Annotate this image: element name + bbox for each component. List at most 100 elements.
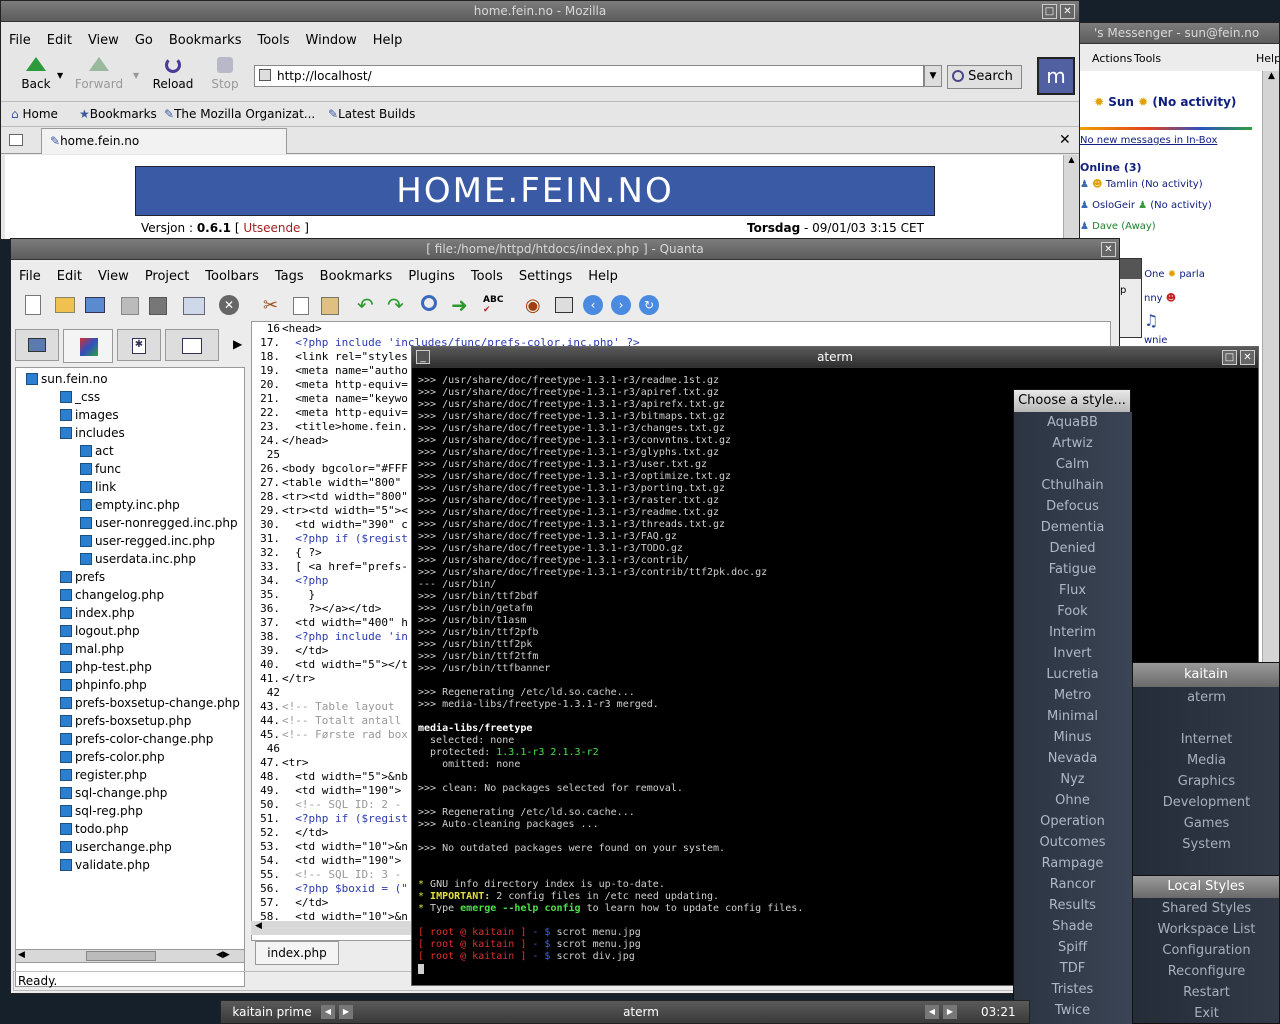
cut-icon[interactable]: ✂ <box>263 295 278 316</box>
minimize-button[interactable]: _ <box>416 350 430 364</box>
maximize-button[interactable]: □ <box>1222 350 1237 365</box>
buddy-tamlin[interactable]: ♟ ☻ Tamlin (No activity) <box>1080 179 1203 190</box>
tab-structure[interactable] <box>165 329 219 361</box>
view-source-icon[interactable] <box>555 297 573 313</box>
root-menu-item[interactable]: Internet <box>1133 729 1280 750</box>
root-menu-item[interactable]: Development <box>1133 792 1280 813</box>
style-item[interactable]: Dementia <box>1014 517 1131 538</box>
tree-item[interactable]: logout.php <box>60 624 140 638</box>
style-item[interactable]: Ohne <box>1014 790 1131 811</box>
messenger-menu-tools[interactable]: Tools <box>1134 48 1161 70</box>
quanta-titlebar[interactable]: [ file:/home/httpd/htdocs/index.php ] - … <box>11 239 1119 260</box>
close-file-icon[interactable]: ✕ <box>219 295 239 315</box>
tab-project[interactable] <box>63 329 113 363</box>
next-window-button[interactable]: ▶ <box>943 1005 957 1019</box>
tree-item[interactable]: todo.php <box>60 822 128 836</box>
tree-item[interactable]: prefs-boxsetup-change.php <box>60 696 240 710</box>
menu-window[interactable]: Window <box>298 29 365 53</box>
menu-go[interactable]: Go <box>127 29 161 53</box>
menu-tags[interactable]: Tags <box>267 265 312 289</box>
tree-item[interactable]: validate.php <box>60 858 150 872</box>
close-button[interactable]: ✕ <box>1060 4 1075 19</box>
tree-item[interactable]: sun.fein.no <box>26 372 108 386</box>
root-menu-item[interactable]: System <box>1133 834 1280 855</box>
tree-item[interactable]: prefs <box>60 570 105 584</box>
tree-item[interactable]: act <box>80 444 114 458</box>
tree-item[interactable]: prefs-color.php <box>60 750 165 764</box>
style-item[interactable]: Flux <box>1014 580 1131 601</box>
menu-tools[interactable]: Tools <box>249 29 297 53</box>
root-menu-item[interactable]: aterm <box>1133 687 1280 708</box>
buddy-dave[interactable]: ♟ Dave (Away) <box>1080 221 1156 232</box>
local-styles-item[interactable]: Exit <box>1133 1003 1280 1024</box>
tree-item[interactable]: images <box>60 408 119 422</box>
local-styles-item[interactable]: Restart <box>1133 982 1280 1003</box>
forward-button[interactable]: Forward <box>73 57 125 95</box>
style-item[interactable]: Calm <box>1014 454 1131 475</box>
reload-button[interactable]: Reload <box>149 57 197 95</box>
prev-window-button[interactable]: ◀ <box>925 1005 939 1019</box>
save-icon[interactable] <box>121 297 139 315</box>
close-button[interactable]: ✕ <box>1101 242 1116 257</box>
menu-settings[interactable]: Settings <box>511 265 580 289</box>
messenger-titlebar[interactable]: 's Messenger - sun@fein.no <box>1080 23 1279 44</box>
mozilla-throbber-icon[interactable]: m <box>1037 57 1075 95</box>
style-item[interactable]: Cthulhain <box>1014 475 1131 496</box>
style-item[interactable]: Interim <box>1014 622 1131 643</box>
tree-item[interactable]: user-nonregged.inc.php <box>80 516 238 530</box>
search-button[interactable]: Search <box>947 65 1022 89</box>
style-item[interactable]: Minus <box>1014 727 1131 748</box>
page-scrollbar[interactable]: ▲ <box>1063 155 1079 239</box>
nav-forward-icon[interactable]: › <box>611 295 631 315</box>
find-icon[interactable] <box>421 295 437 311</box>
tabs-scroll-arrow[interactable]: ▶ <box>233 337 242 351</box>
find-next-icon[interactable]: ➜ <box>451 293 468 317</box>
local-styles-item[interactable]: Configuration <box>1133 940 1280 961</box>
menu-toolbars[interactable]: Toolbars <box>197 265 267 289</box>
tree-item[interactable]: phpinfo.php <box>60 678 147 692</box>
tree-item[interactable]: includes <box>60 426 125 440</box>
root-menu-item[interactable]: Graphics <box>1133 771 1280 792</box>
menu-help[interactable]: Help <box>580 265 626 289</box>
menu-file[interactable]: File <box>1 29 39 53</box>
print-icon[interactable] <box>183 297 205 315</box>
close-button[interactable]: ✕ <box>1240 350 1255 365</box>
tree-hscrollbar[interactable]: ◀ ◀▶ <box>15 949 245 963</box>
tab-filesystem[interactable] <box>15 329 59 361</box>
style-item[interactable]: Twice <box>1014 1000 1131 1021</box>
nav-back-icon[interactable]: ‹ <box>583 295 603 315</box>
menu-tools[interactable]: Tools <box>463 265 511 289</box>
menu-file[interactable]: File <box>11 265 49 289</box>
menu-view[interactable]: View <box>80 29 127 53</box>
tree-item[interactable]: sql-reg.php <box>60 804 143 818</box>
paste-icon[interactable] <box>321 297 339 315</box>
buddy-partial-2[interactable]: wnie <box>1144 335 1167 346</box>
new-messages-link[interactable]: No new messages in In-Box <box>1080 135 1217 146</box>
root-menu-item[interactable]: Games <box>1133 813 1280 834</box>
next-workspace-button[interactable]: ▶ <box>339 1005 353 1019</box>
style-item[interactable]: Defocus <box>1014 496 1131 517</box>
tree-item[interactable]: register.php <box>60 768 147 782</box>
style-item[interactable]: Rampage <box>1014 853 1131 874</box>
user-status[interactable]: ✹ Sun ✹ (No activity) <box>1094 95 1236 109</box>
tree-item[interactable]: func <box>80 462 121 476</box>
menu-bookmarks[interactable]: Bookmarks <box>161 29 250 53</box>
local-styles-item[interactable]: Shared Styles <box>1133 898 1280 919</box>
menu-bookmarks[interactable]: Bookmarks <box>312 265 401 289</box>
tab-list-icon[interactable] <box>9 134 23 146</box>
url-field[interactable]: http://localhost/ <box>254 65 924 87</box>
buddy-partial[interactable]: nny ☻ <box>1144 293 1176 304</box>
menu-view[interactable]: View <box>90 265 137 289</box>
url-dropdown-button[interactable]: ▼ <box>924 65 942 87</box>
new-file-icon[interactable] <box>25 295 41 315</box>
home-bookmark[interactable]: ⌂ Home <box>11 102 58 126</box>
back-dropdown-arrow[interactable]: ▼ <box>57 71 63 80</box>
style-item[interactable]: Denied <box>1014 538 1131 559</box>
bookmark-latest-builds[interactable]: ✎Latest Builds <box>328 102 415 126</box>
menu-help[interactable]: Help <box>365 29 411 53</box>
tree-item[interactable]: user-regged.inc.php <box>80 534 215 548</box>
tab-templates[interactable]: ✱ <box>117 329 161 361</box>
utseende-link[interactable]: Utseende <box>243 221 300 235</box>
window-label[interactable]: aterm <box>361 1001 921 1023</box>
bookmarks-button[interactable]: ★Bookmarks <box>79 102 157 126</box>
